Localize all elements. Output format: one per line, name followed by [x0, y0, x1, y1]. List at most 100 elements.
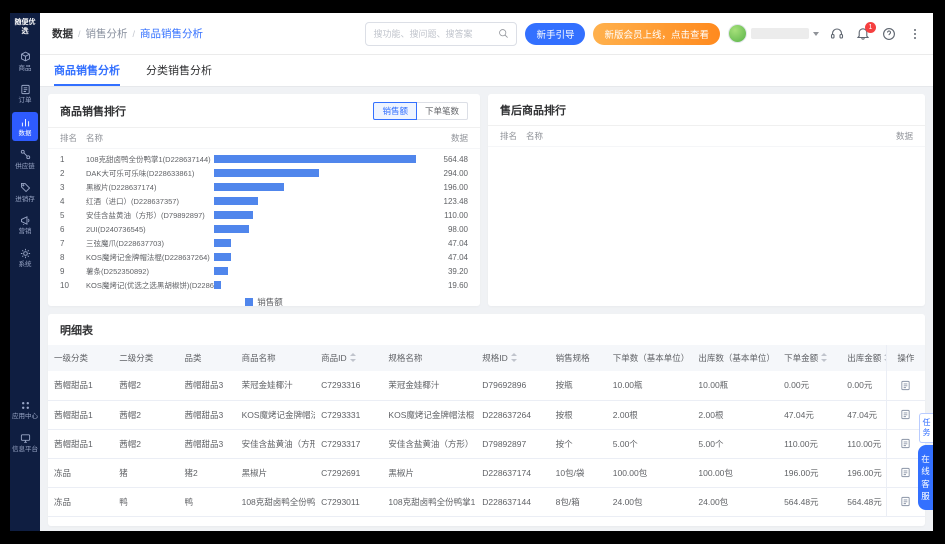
column-header-2: 二级分类	[113, 345, 178, 371]
account-menu[interactable]	[728, 24, 819, 43]
search-icon[interactable]	[498, 28, 509, 39]
column-header-7[interactable]: 规格ID	[476, 345, 549, 371]
notification-bell-icon[interactable]: 1	[855, 26, 871, 42]
search-input-wrap[interactable]	[365, 22, 517, 46]
table-cell: 10包/袋	[550, 458, 607, 487]
column-header-10[interactable]: 出库数（基本单位）	[692, 345, 778, 371]
detail-table-title: 明细表	[48, 314, 925, 345]
rank-column-label: 排名	[500, 130, 526, 142]
metric-toggle-下单笔数[interactable]: 下单笔数	[417, 102, 468, 120]
table-cell: 猪2	[179, 458, 236, 487]
table-cell: 鸭	[113, 487, 178, 516]
column-header-6: 规格名称	[382, 345, 476, 371]
table-cell: 110.00元	[841, 429, 886, 458]
table-cell: 196.00元	[778, 458, 841, 487]
column-header-11[interactable]: 下单金额	[778, 345, 841, 371]
sidebar-item-supply[interactable]: 供应链	[12, 145, 38, 174]
sidebar-item-goods[interactable]: 商品	[12, 47, 38, 76]
table-cell: 0.00元	[778, 371, 841, 400]
promo-banner-button[interactable]: 新版会员上线，点击查看	[593, 23, 720, 45]
table-cell: KOS魔烤记金牌帽法棍	[236, 400, 316, 429]
table-cell: 茜帽甜品1	[48, 371, 113, 400]
sidebar-item-inventory[interactable]: 进销存	[12, 178, 38, 207]
sidebar-item-orders[interactable]: 订单	[12, 79, 38, 108]
analysis-tabs: 商品销售分析分类销售分析	[40, 55, 933, 87]
view-detail-icon[interactable]	[900, 409, 911, 419]
table-cell: 茜帽甜品3	[179, 400, 236, 429]
column-label: 操作	[897, 353, 914, 363]
table-cell: 2.00根	[607, 400, 693, 429]
view-detail-icon[interactable]	[900, 496, 911, 506]
table-cell: C7293331	[315, 400, 382, 429]
column-header-5[interactable]: 商品ID	[315, 345, 382, 371]
bar-track	[214, 267, 416, 275]
online-service-float-button[interactable]: 在线客服	[918, 445, 933, 510]
sales-value: 98.00	[422, 225, 468, 234]
sidebar-item-info[interactable]: 信息平台	[12, 428, 38, 457]
sidebar-bottom-menu: 应用中心信息平台	[10, 393, 40, 459]
column-label: 一级分类	[54, 353, 88, 363]
guide-button[interactable]: 新手引导	[525, 23, 585, 45]
ranking-row: 9薯条(D252350892)39.20	[60, 264, 468, 278]
search-input[interactable]	[373, 29, 498, 39]
column-header-3: 品类	[179, 345, 236, 371]
sidebar-item-data[interactable]: 数据	[12, 112, 38, 141]
tab-分类销售分析[interactable]: 分类销售分析	[146, 55, 212, 86]
sales-bar	[214, 281, 221, 289]
inventory-icon	[19, 182, 31, 194]
metric-toggle-销售额[interactable]: 销售额	[373, 102, 417, 120]
more-options-icon[interactable]	[907, 26, 923, 42]
sales-value: 196.00	[422, 183, 468, 192]
customer-service-icon[interactable]	[829, 26, 845, 42]
bar-track	[214, 239, 416, 247]
name-column-label: 名称	[86, 132, 418, 144]
name-column-label: 名称	[526, 130, 863, 142]
column-label: 规格ID	[482, 353, 508, 363]
column-label: 出库金额	[847, 353, 881, 363]
table-cell: 110.00元	[778, 429, 841, 458]
sort-icon[interactable]	[350, 353, 357, 362]
sidebar-item-apps[interactable]: 应用中心	[12, 395, 38, 424]
sidebar-menu: 商品订单数据供应链进销存营销系统	[10, 45, 40, 275]
column-label: 出库数（基本单位）	[698, 353, 775, 363]
sort-icon[interactable]	[511, 353, 518, 362]
table-row: 冻品猪猪2黑椒片C7292691黑椒片D22863717410包/袋100.00…	[48, 458, 925, 487]
help-icon[interactable]	[881, 26, 897, 42]
breadcrumb-separator: /	[78, 29, 81, 39]
sales-ranking-title: 商品销售排行	[60, 103, 126, 119]
table-cell: 24.00包	[692, 487, 778, 516]
table-cell: C7293011	[315, 487, 382, 516]
column-header-9[interactable]: 下单数（基本单位）	[607, 345, 693, 371]
avatar[interactable]	[728, 24, 747, 43]
sidebar-item-label: 订单	[19, 97, 32, 105]
legend-label: 销售额	[257, 296, 283, 306]
aftersale-ranking-title: 售后商品排行	[500, 102, 566, 118]
detail-table-body: 茜帽甜品1茜帽2茜帽甜品3茉冠金娃椰汁C7293316茉冠金娃椰汁D796928…	[48, 371, 925, 516]
table-row: 冻品鸭鸭108克甜卤鸭全份鸭掌1C7293011108克甜卤鸭全份鸭掌1D228…	[48, 487, 925, 516]
table-cell: 47.04元	[841, 400, 886, 429]
breadcrumb-item[interactable]: 数据	[52, 26, 73, 41]
table-cell: 196.00元	[841, 458, 886, 487]
view-detail-icon[interactable]	[900, 380, 911, 390]
orders-icon	[19, 83, 31, 95]
table-cell: C7292691	[315, 458, 382, 487]
rank-number: 9	[60, 267, 86, 276]
rank-number: 1	[60, 155, 86, 164]
tab-商品销售分析[interactable]: 商品销售分析	[54, 55, 120, 86]
view-detail-icon[interactable]	[900, 438, 911, 448]
column-header-12[interactable]: 出库金额	[841, 345, 886, 371]
sidebar-item-system[interactable]: 系统	[12, 243, 38, 272]
bar-track	[214, 197, 416, 205]
rank-number: 2	[60, 169, 86, 178]
table-row: 茜帽甜品1茜帽2茜帽甜品3安佳含盐黄油（方形）C7293317安佳含盐黄油（方形…	[48, 429, 925, 458]
info-icon	[19, 432, 31, 444]
task-float-button[interactable]: 任务	[919, 413, 933, 443]
bar-track	[214, 183, 416, 191]
product-name: 安佳含盐黄油（方形）(D79892897)	[86, 210, 214, 221]
aftersale-ranking-header: 售后商品排行	[488, 94, 925, 126]
sales-ranking-column-header: 排名 名称 数据	[48, 128, 480, 149]
view-detail-icon[interactable]	[900, 467, 911, 477]
sort-icon[interactable]	[821, 353, 828, 362]
sidebar-item-marketing[interactable]: 营销	[12, 210, 38, 239]
breadcrumb-item[interactable]: 销售分析	[86, 26, 128, 41]
